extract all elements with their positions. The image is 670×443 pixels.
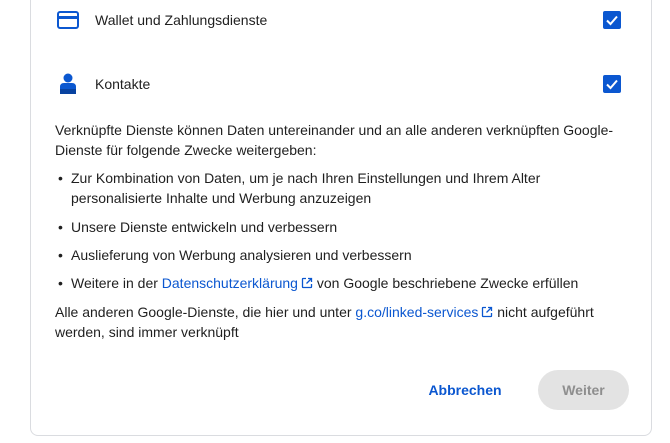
service-label-contacts: Kontakte — [95, 76, 151, 92]
service-row-contacts[interactable]: Kontakte — [55, 68, 621, 100]
bullet — [55, 245, 71, 265]
list-item: Zur Kombination von Daten, um je nach Ih… — [55, 168, 630, 208]
service-row-wallet[interactable]: Wallet und Zahlungsdienste — [55, 4, 621, 36]
external-link-icon — [301, 277, 313, 289]
bullet-text: Zur Kombination von Daten, um je nach Ih… — [71, 170, 541, 206]
bullet — [55, 217, 71, 237]
bullet — [55, 273, 71, 293]
wallet-checkbox[interactable] — [603, 11, 621, 29]
privacy-policy-link[interactable]: Datenschutzerklärung — [162, 275, 313, 291]
cancel-button[interactable]: Abbrechen — [419, 370, 511, 410]
bullet-text-after: von Google beschriebene Zwecke erfüllen — [312, 275, 579, 291]
list-item: Auslieferung von Werbung analysieren und… — [55, 245, 630, 265]
person-icon — [55, 71, 81, 97]
list-item: Unsere Dienste entwickeln und verbessern — [55, 217, 630, 237]
footer-note: Alle anderen Google-Dienste, die hier un… — [55, 302, 630, 342]
service-label-wallet: Wallet und Zahlungsdienste — [95, 12, 268, 28]
footer-text-before: Alle anderen Google-Dienste, die hier un… — [55, 304, 356, 320]
sharing-intro: Verknüpfte Dienste können Daten unterein… — [55, 122, 614, 158]
purpose-list: Zur Kombination von Daten, um je nach Ih… — [55, 168, 630, 293]
bullet-text: Weitere in der Datenschutzerklärung von … — [71, 273, 578, 293]
linked-services-link[interactable]: g.co/linked-services — [355, 304, 493, 320]
credit-card-icon — [55, 7, 81, 33]
list-item: Weitere in der Datenschutzerklärung von … — [55, 273, 630, 293]
contacts-checkbox[interactable] — [603, 75, 621, 93]
bullet-text: Unsere Dienste entwickeln und verbessern — [71, 219, 338, 235]
external-link-icon — [482, 306, 493, 318]
bullet-text-before: Weitere in der — [71, 275, 162, 291]
linked-services-card: Wallet und Zahlungsdienste Kontakte Verk… — [30, 0, 652, 436]
bullet-text: Auslieferung von Werbung analysieren und… — [71, 247, 412, 263]
bullet — [55, 168, 71, 208]
linked-services-link-label: g.co/linked-services — [355, 304, 479, 320]
privacy-policy-link-label: Datenschutzerklärung — [161, 275, 298, 291]
next-button[interactable]: Weiter — [538, 370, 629, 410]
